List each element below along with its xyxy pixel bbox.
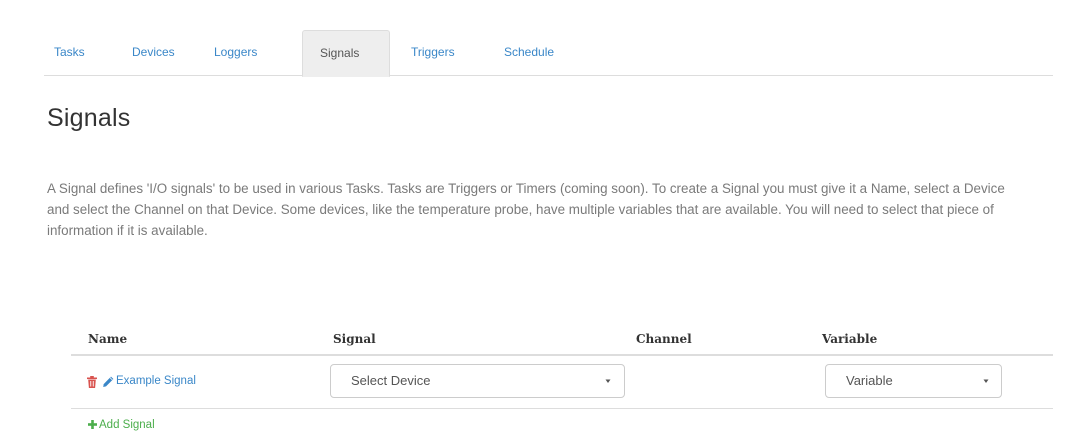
caret-down-icon <box>605 379 611 383</box>
add-signal-button[interactable]: Add Signal <box>88 419 155 431</box>
variable-select-value: Variable <box>846 373 893 388</box>
column-header-variable: Variable <box>822 332 878 346</box>
tab-signals[interactable]: Signals <box>302 30 390 77</box>
variable-select[interactable]: Variable <box>825 364 1002 398</box>
tab-tasks[interactable]: Tasks <box>44 30 98 76</box>
caret-down-icon <box>983 379 989 383</box>
column-header-channel: Channel <box>636 332 692 346</box>
tab-loggers[interactable]: Loggers <box>204 30 280 76</box>
page-description: A Signal defines 'I/O signals' to be use… <box>47 181 1005 238</box>
tab-triggers[interactable]: Triggers <box>401 30 479 76</box>
page-title: Signals <box>47 104 131 132</box>
table-row-divider <box>71 408 1053 409</box>
plus-icon <box>88 420 97 429</box>
signal-device-select[interactable]: Select Device <box>330 364 625 398</box>
signal-name-link[interactable]: Example Signal <box>116 375 196 387</box>
add-signal-label: Add Signal <box>99 419 155 431</box>
column-header-signal: Signal <box>333 332 376 346</box>
trash-icon[interactable] <box>87 376 97 388</box>
nav-tabs: Tasks Devices Loggers Signals Triggers S… <box>44 30 1053 77</box>
tab-devices[interactable]: Devices <box>122 30 196 76</box>
pencil-icon[interactable] <box>102 376 114 388</box>
signal-device-select-value: Select Device <box>351 373 431 388</box>
table-header-divider <box>71 354 1053 356</box>
tab-schedule[interactable]: Schedule <box>494 30 574 76</box>
column-header-name: Name <box>88 332 128 346</box>
